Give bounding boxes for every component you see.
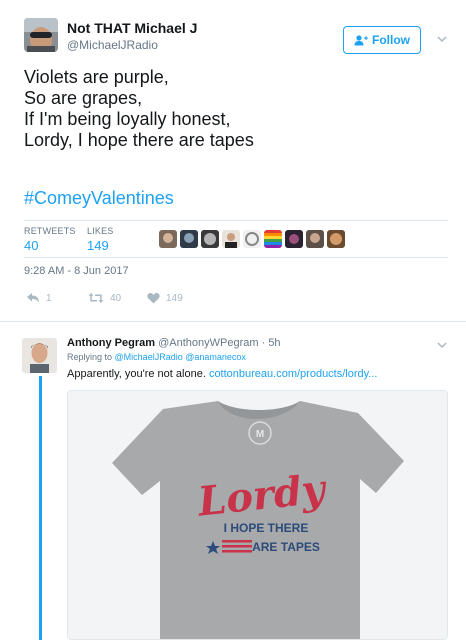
reply-body: Apparently, you're not alone. [67, 368, 206, 380]
like-count: 149 [166, 292, 183, 304]
author-handle[interactable]: @MichaelJRadio [67, 38, 158, 52]
retweets-label: RETWEETS [24, 226, 76, 236]
author-name[interactable]: Not THAT Michael J [67, 20, 197, 36]
retweets-count: 40 [24, 238, 39, 253]
shirt-line3-text: ARE TAPES [252, 540, 320, 554]
likes-label: LIKES [87, 226, 114, 236]
follow-label: Follow [372, 33, 410, 47]
liker-avatar[interactable] [159, 230, 177, 248]
replying-to: Replying to @MichaelJRadio @anamariecox [67, 352, 246, 362]
separator-dot: · [261, 337, 266, 349]
liker-avatar[interactable] [285, 230, 303, 248]
tweet-line: So are grapes, [24, 88, 143, 108]
retweets-stat[interactable]: RETWEETS 40 [24, 226, 76, 253]
heart-icon [147, 292, 160, 304]
replying-prefix: Replying to [67, 352, 113, 362]
tweet-line: If I'm being loyally honest, [24, 109, 231, 129]
retweet-action[interactable]: 40 [88, 292, 121, 304]
liker-avatar[interactable] [180, 230, 198, 248]
liker-avatar[interactable] [201, 230, 219, 248]
tweet-text: Violets are purple, So are grapes, If I'… [24, 67, 444, 151]
reply-author-name[interactable]: Anthony Pegram [67, 337, 155, 349]
mention-link[interactable]: @MichaelJRadio [115, 352, 183, 362]
liker-avatar[interactable] [243, 230, 261, 248]
mention-link[interactable]: @anamariecox [185, 352, 246, 362]
reply-header: Anthony Pegram @AnthonyWPegram · 5h [67, 337, 281, 349]
divider [24, 220, 448, 221]
hashtag-link[interactable]: #ComeyValentines [24, 188, 174, 209]
reply-time[interactable]: 5h [268, 337, 280, 349]
liker-avatar[interactable] [264, 230, 282, 248]
author-avatar[interactable] [24, 18, 58, 52]
shirt-line2-text: I HOPE THERE [224, 521, 309, 535]
liker-avatar[interactable] [327, 230, 345, 248]
divider [24, 257, 448, 258]
chevron-down-icon[interactable] [436, 338, 448, 350]
tweet-timestamp[interactable]: 9:28 AM - 8 Jun 2017 [24, 265, 129, 277]
reply-link[interactable]: cottonbureau.com/products/lordy... [209, 368, 378, 380]
tweet-line: Violets are purple, [24, 67, 169, 87]
main-tweet: Not THAT Michael J @MichaelJRadio Follow… [0, 0, 466, 322]
media-image[interactable]: M Lordy I HOPE THERE ARE TAPES [67, 390, 448, 640]
thread-line [39, 376, 42, 640]
likes-stat[interactable]: LIKES 149 [87, 226, 114, 253]
retweet-icon [88, 292, 104, 304]
reply-author-handle[interactable]: @AnthonyWPegram [158, 337, 258, 349]
reply-count: 1 [46, 292, 52, 304]
like-action[interactable]: 149 [147, 292, 183, 304]
follow-button[interactable]: Follow [343, 26, 421, 54]
chevron-down-icon[interactable] [436, 32, 448, 44]
liker-avatar[interactable] [306, 230, 324, 248]
tweet-line: Lordy, I hope there are tapes [24, 130, 254, 150]
add-user-icon [354, 34, 368, 46]
likes-count: 149 [87, 238, 109, 253]
reply-icon [26, 292, 40, 304]
reply-text: Apparently, you're not alone. cottonbure… [67, 368, 378, 380]
retweet-count: 40 [110, 292, 122, 304]
liker-avatars [159, 230, 345, 248]
shirt-badge-letter: M [256, 429, 264, 440]
reply-action[interactable]: 1 [26, 292, 52, 304]
tshirt-image: M Lordy I HOPE THERE ARE TAPES [68, 391, 447, 639]
reply-author-avatar[interactable] [22, 338, 57, 373]
liker-avatar[interactable] [222, 230, 240, 248]
